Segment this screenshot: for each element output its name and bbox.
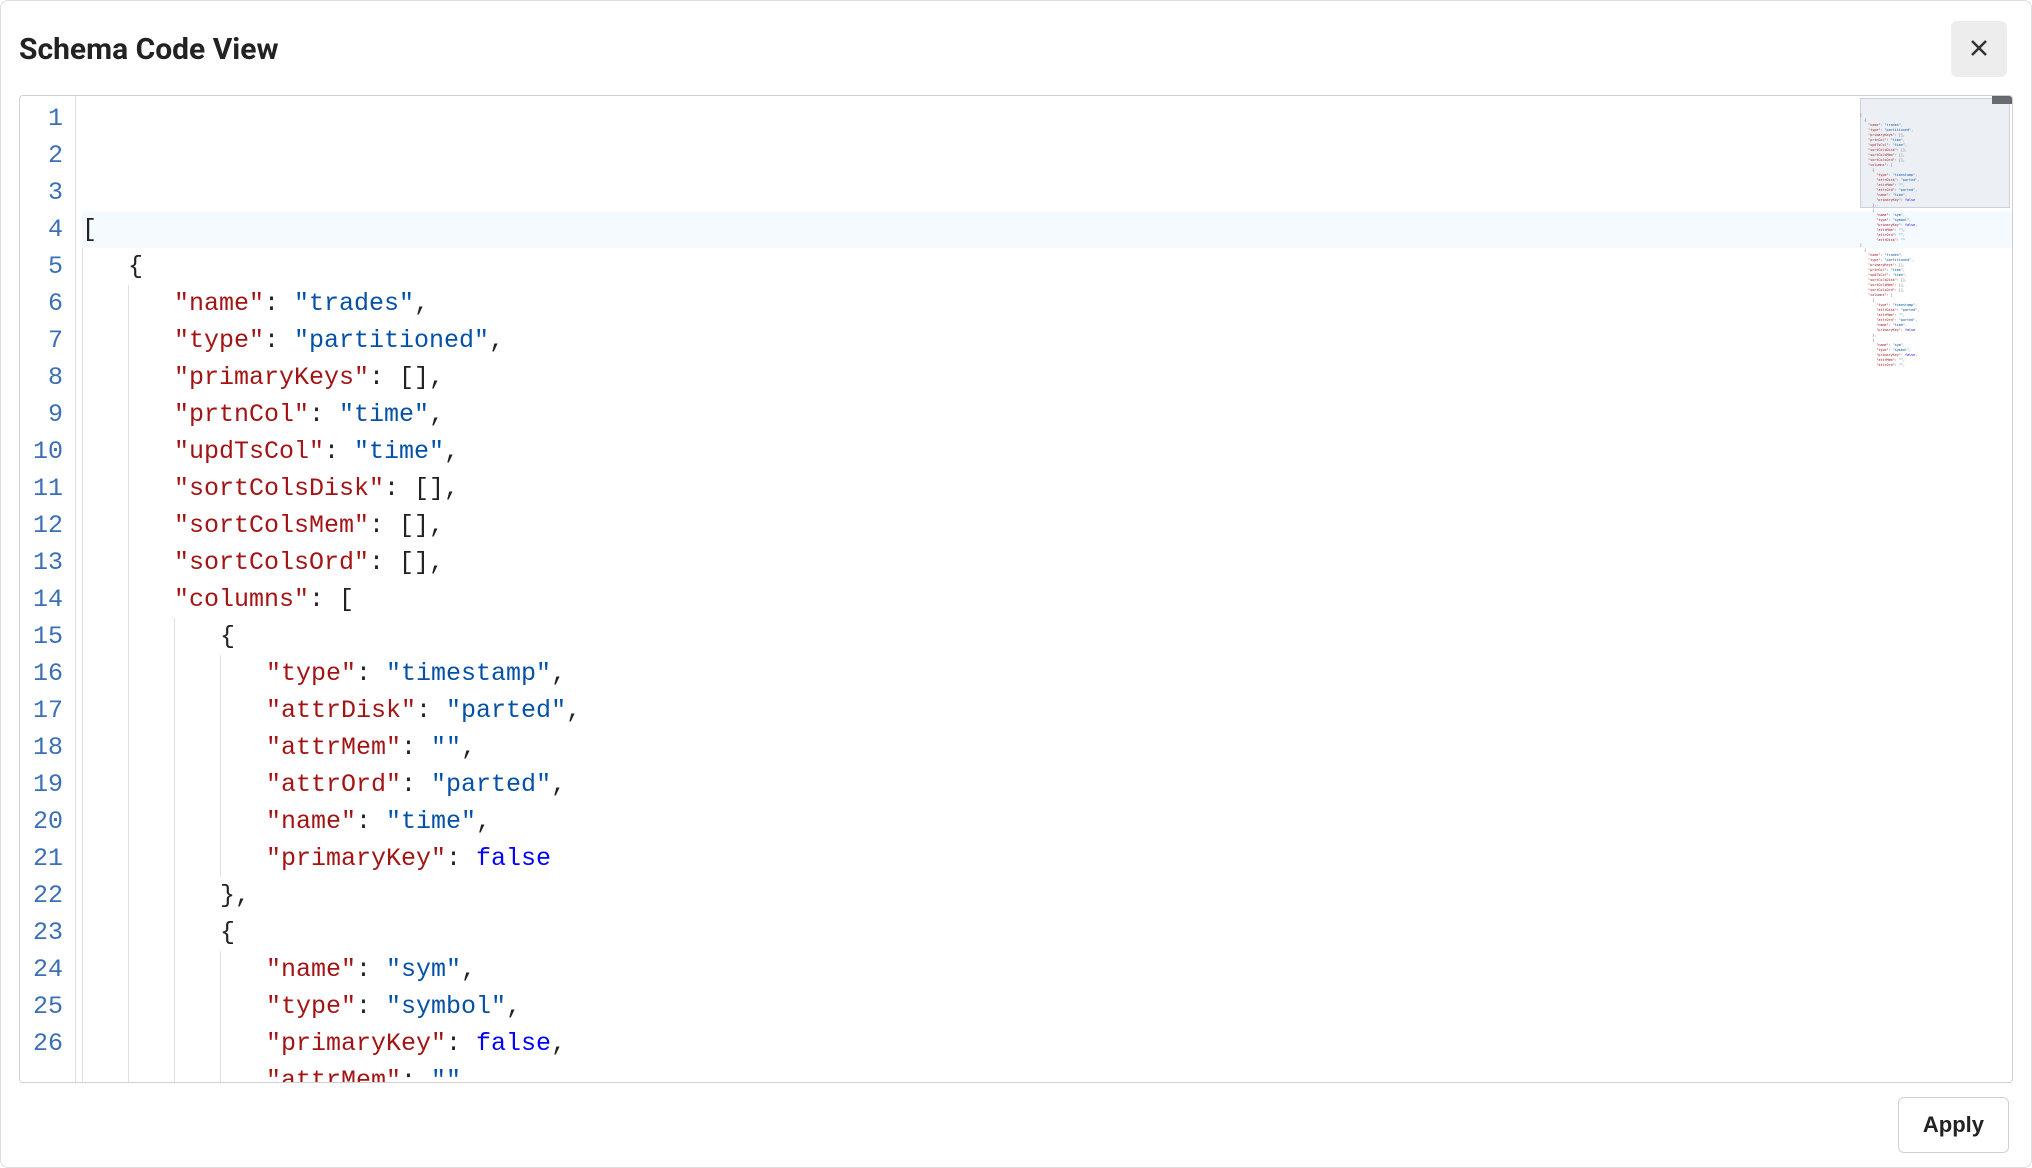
line-number: 4 [26,211,63,248]
line-number: 13 [26,544,63,581]
line-number: 3 [26,174,63,211]
code-line: "name": "trades", [82,285,2012,322]
line-number: 20 [26,803,63,840]
modal-title: Schema Code View [19,32,278,67]
modal-header: Schema Code View [1,1,2031,95]
minimap-viewport[interactable] [1860,98,2010,208]
line-number: 23 [26,914,63,951]
code-line: "name": "time", [82,803,2012,840]
line-number-gutter: 1234567891011121314151617181920212223242… [20,96,76,1082]
line-number: 26 [26,1025,63,1062]
line-number: 1 [26,100,63,137]
close-icon [1967,36,1991,63]
line-number: 22 [26,877,63,914]
code-line: { [82,618,2012,655]
line-number: 21 [26,840,63,877]
code-line: { [82,914,2012,951]
code-editor[interactable]: 1234567891011121314151617181920212223242… [19,95,2013,1083]
code-area[interactable]: [ { "name": "trades", "type": "partition… [76,96,2012,1082]
code-line: "sortColsDisk": [], [82,470,2012,507]
code-line: }, [82,877,2012,914]
code-line: "updTsCol": "time", [82,433,2012,470]
code-line: { [82,248,2012,285]
code-line: "primaryKey": false, [82,1025,2012,1062]
line-number: 18 [26,729,63,766]
line-number: 6 [26,285,63,322]
line-number: 9 [26,396,63,433]
code-line: "attrMem": "", [82,1062,2012,1082]
line-number: 7 [26,322,63,359]
apply-button[interactable]: Apply [1898,1097,2009,1153]
line-number: 19 [26,766,63,803]
close-button[interactable] [1951,21,2007,77]
line-number: 16 [26,655,63,692]
code-line: "attrMem": "", [82,729,2012,766]
line-number: 10 [26,433,63,470]
line-number: 12 [26,507,63,544]
code-line: "name": "sym", [82,951,2012,988]
modal-footer: Apply [1,1083,2031,1167]
line-number: 5 [26,248,63,285]
line-number: 8 [26,359,63,396]
code-line: "type": "partitioned", [82,322,2012,359]
code-line: [ [82,211,2012,248]
code-line: "type": "timestamp", [82,655,2012,692]
line-number: 17 [26,692,63,729]
schema-code-view-modal: Schema Code View 12345678910111213141516… [0,0,2032,1168]
code-line: "sortColsMem": [], [82,507,2012,544]
line-number: 15 [26,618,63,655]
code-line: "type": "symbol", [82,988,2012,1025]
line-number: 14 [26,581,63,618]
code-line: "primaryKey": false [82,840,2012,877]
code-line: "sortColsOrd": [], [82,544,2012,581]
code-line: "columns": [ [82,581,2012,618]
line-number: 24 [26,951,63,988]
line-number: 2 [26,137,63,174]
code-line: "prtnCol": "time", [82,396,2012,433]
line-number: 11 [26,470,63,507]
code-line: "attrOrd": "parted", [82,766,2012,803]
code-line: "attrDisk": "parted", [82,692,2012,729]
line-number: 25 [26,988,63,1025]
code-line: "primaryKeys": [], [82,359,2012,396]
